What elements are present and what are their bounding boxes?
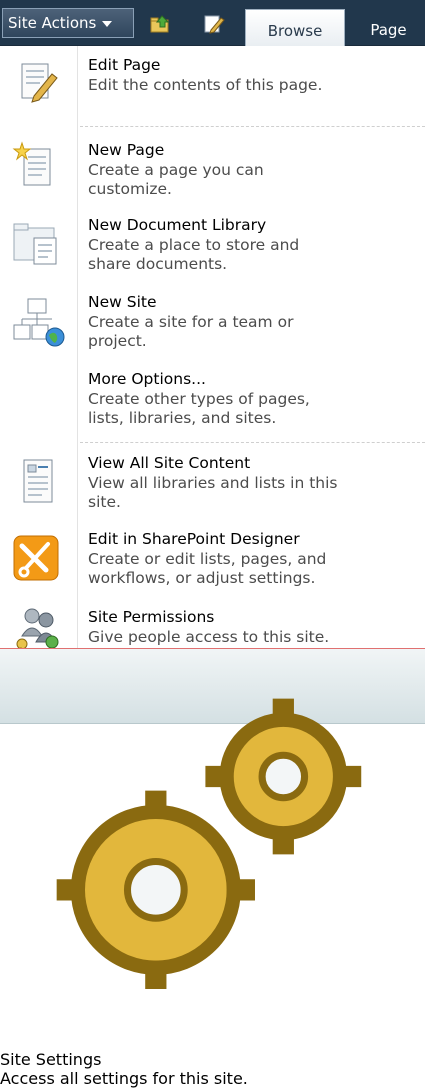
menu-item-title: More Options... xyxy=(88,370,206,388)
menu-item-new-document-library[interactable]: New Document Library Create a place to s… xyxy=(0,214,425,286)
tab-browse-label: Browse xyxy=(267,22,323,40)
menu-item-description: Create a place to store and share docume… xyxy=(88,236,300,273)
menu-item-description: Edit the contents of this page. xyxy=(88,76,323,94)
site-content-icon xyxy=(23,459,53,503)
menu-item-title: Site Permissions xyxy=(88,608,215,626)
menu-item-title: Edit Page xyxy=(88,56,161,74)
menu-separator xyxy=(80,442,425,443)
menu-separator xyxy=(80,126,425,127)
menu-item-title: Edit in SharePoint Designer xyxy=(88,530,300,548)
tab-page-label: Page xyxy=(370,21,407,39)
menu-item-edit-in-sharepoint-designer[interactable]: Edit in SharePoint Designer Create or ed… xyxy=(0,528,425,598)
menu-item-description: View all libraries and lists in this sit… xyxy=(88,474,338,511)
menu-item-title: New Document Library xyxy=(88,216,267,234)
menu-item-description: Access all settings for this site. xyxy=(0,1068,248,1088)
menu-item-site-permissions[interactable]: Site Permissions Give people access to t… xyxy=(0,606,425,657)
menu-item-description: Create other types of pages, lists, libr… xyxy=(88,390,310,427)
menu-item-title: Site Settings xyxy=(0,1049,102,1069)
site-actions-menu-button[interactable]: Site Actions xyxy=(2,8,134,38)
document-library-icon xyxy=(13,223,57,265)
menu-item-description: Create a site for a team or project. xyxy=(88,313,294,350)
menu-item-title: New Site xyxy=(88,293,157,311)
tab-page[interactable]: Page xyxy=(352,9,425,45)
new-page-icon xyxy=(12,141,51,186)
menu-item-new-site[interactable]: New Site Create a site for a team or pro… xyxy=(0,291,425,361)
navigate-up-icon[interactable] xyxy=(150,14,172,34)
settings-gears-icon xyxy=(56,698,362,989)
edit-page-icon xyxy=(21,63,58,103)
menu-item-new-page[interactable]: New Page Create a page you can customize… xyxy=(0,139,425,205)
menu-item-view-all-site-content[interactable]: View All Site Content View all libraries… xyxy=(0,452,425,522)
tab-browse[interactable]: Browse xyxy=(245,9,345,46)
menu-item-more-options[interactable]: More Options... Create other types of pa… xyxy=(0,368,425,440)
site-actions-label: Site Actions xyxy=(8,14,97,32)
menu-item-description: Create or edit lists, pages, and workflo… xyxy=(88,550,327,587)
site-actions-dropdown: Edit Page Edit the contents of this page… xyxy=(0,46,425,1088)
menu-item-site-settings[interactable]: Site Settings Access all settings for th… xyxy=(0,648,425,1088)
menu-item-title: New Page xyxy=(88,141,165,159)
sharepoint-designer-icon xyxy=(13,535,59,581)
menu-item-title: View All Site Content xyxy=(88,454,251,472)
new-site-icon xyxy=(13,298,65,347)
ribbon-bar: Site Actions Browse Page xyxy=(0,0,425,46)
menu-item-edit-page[interactable]: Edit Page Edit the contents of this page… xyxy=(0,54,425,120)
chevron-down-icon xyxy=(102,20,113,27)
menu-item-description: Create a page you can customize. xyxy=(88,161,264,198)
edit-icon[interactable] xyxy=(203,14,225,34)
menu-item-description: Give people access to this site. xyxy=(88,628,330,646)
